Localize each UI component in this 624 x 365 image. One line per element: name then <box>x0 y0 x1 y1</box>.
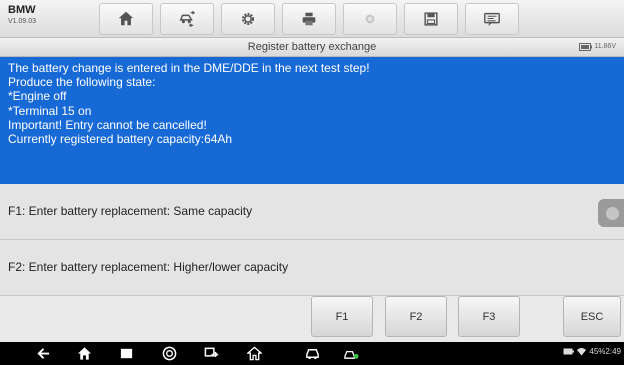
car-icon <box>305 349 319 360</box>
back-icon <box>36 348 49 359</box>
vci-connection-button[interactable] <box>342 345 360 362</box>
vehicle-button[interactable] <box>303 345 321 362</box>
help-button[interactable] <box>343 3 397 35</box>
f3-button[interactable]: F3 <box>458 296 520 337</box>
message-line: *Terminal 15 on <box>8 103 92 118</box>
recent-apps-button[interactable] <box>117 345 135 362</box>
message-line: Currently registered battery capacity:64… <box>8 132 233 147</box>
help-icon <box>365 14 375 24</box>
browser-button[interactable] <box>160 345 178 362</box>
back-button[interactable] <box>34 345 52 362</box>
floating-scroll-handle[interactable] <box>598 199 624 227</box>
battery-icon <box>563 348 575 355</box>
vehicle-swap-icon <box>179 10 196 28</box>
system-navigation-bar: 45%2:49 <box>0 342 624 365</box>
page-title: Register battery exchange <box>247 41 377 53</box>
print-button[interactable] <box>282 3 336 35</box>
system-status-area: 45%2:49 <box>563 347 621 356</box>
message-line: Produce the following state: <box>8 75 156 90</box>
option-label: F2: Enter battery replacement: Higher/lo… <box>8 260 289 274</box>
wifi-icon <box>577 348 587 356</box>
top-toolbar: BMW V1.09.03 <box>0 0 624 38</box>
battery-voltage-value: 11.86V <box>594 43 616 50</box>
battery-voltage-indicator: 11.86V <box>579 42 616 51</box>
brand-block: BMW V1.09.03 <box>8 4 86 34</box>
function-key-bar: F1 F2 F3 ESC <box>0 296 624 342</box>
recent-apps-icon <box>120 348 132 359</box>
f2-button[interactable]: F2 <box>385 296 447 337</box>
save-icon <box>424 12 438 26</box>
title-bar: Register battery exchange 11.86V <box>0 38 624 57</box>
message-line: The battery change is entered in the DME… <box>8 61 370 75</box>
option-higher-lower-capacity[interactable]: F2: Enter battery replacement: Higher/lo… <box>0 240 624 296</box>
settings-gear-icon <box>241 12 255 26</box>
option-same-capacity[interactable]: F1: Enter battery replacement: Same capa… <box>0 184 624 240</box>
battery-icon <box>579 43 593 51</box>
home-nav-button[interactable] <box>75 345 93 362</box>
battery-percent-and-clock: 45%2:49 <box>589 347 621 356</box>
handle-dot-icon <box>606 207 619 220</box>
vci-connection-icon <box>343 350 359 359</box>
f1-button[interactable]: F1 <box>311 296 373 337</box>
brand-name: BMW <box>8 4 36 16</box>
home-icon <box>77 347 91 360</box>
instruction-message-panel: The battery change is entered in the DME… <box>0 57 624 184</box>
browser-icon <box>162 346 176 361</box>
vehicle-swap-button[interactable] <box>160 3 214 35</box>
esc-button[interactable]: ESC <box>563 296 621 337</box>
diagnostics-home-button[interactable] <box>245 345 263 362</box>
screen-switch-icon <box>204 347 219 358</box>
option-label: F1: Enter battery replacement: Same capa… <box>8 204 253 218</box>
toolbar-buttons <box>99 3 526 35</box>
message-line: *Engine off <box>8 89 67 104</box>
home-icon <box>118 11 134 26</box>
save-button[interactable] <box>404 3 458 35</box>
home-button[interactable] <box>99 3 153 35</box>
print-icon <box>302 12 316 26</box>
data-logging-button[interactable] <box>465 3 519 35</box>
settings-button[interactable] <box>221 3 275 35</box>
data-logging-icon <box>484 12 500 27</box>
screen-switch-button[interactable] <box>202 345 220 362</box>
message-line: Important! Entry cannot be cancelled! <box>8 117 207 132</box>
software-version: V1.09.03 <box>8 18 37 25</box>
diagnostics-home-icon <box>246 346 262 361</box>
